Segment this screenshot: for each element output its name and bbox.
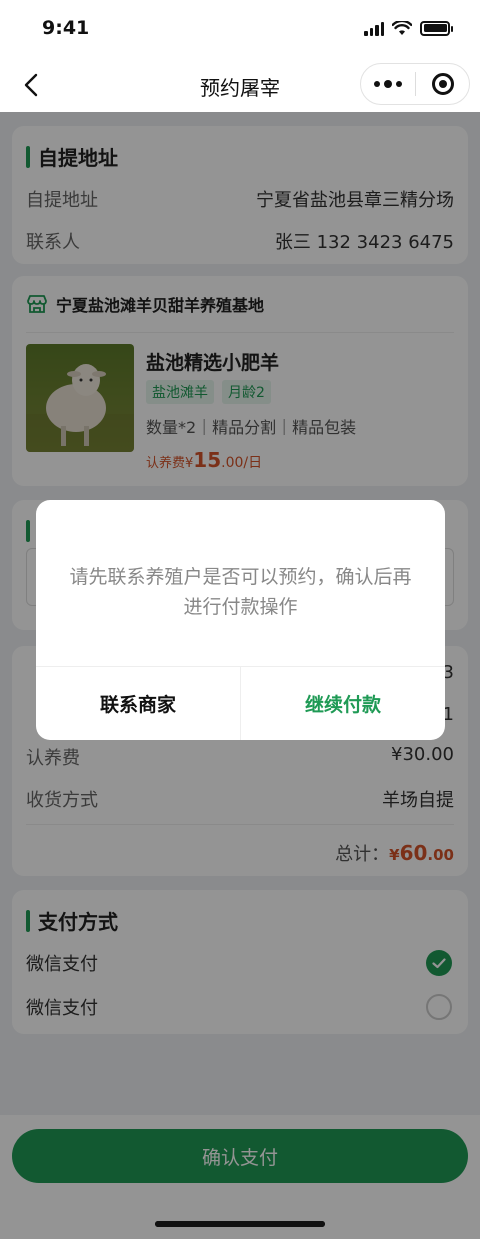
confirm-pay-button[interactable]: 确认支付 xyxy=(12,1129,468,1183)
close-miniprogram-button[interactable] xyxy=(416,73,469,95)
more-button[interactable] xyxy=(361,80,415,88)
modal-message: 请先联系养殖户是否可以预约，确认后再进行付款操作 xyxy=(69,566,412,618)
miniprogram-capsule xyxy=(360,63,470,105)
signal-icon xyxy=(364,20,384,36)
contact-merchant-button[interactable]: 联系商家 xyxy=(36,667,240,740)
status-bar: 9:41 xyxy=(0,0,480,58)
status-time: 9:41 xyxy=(42,17,90,39)
status-icons xyxy=(364,20,453,36)
continue-pay-button[interactable]: 继续付款 xyxy=(241,667,445,740)
nav-bar: 预约屠宰 xyxy=(0,58,480,112)
target-icon xyxy=(431,73,454,95)
home-indicator-top xyxy=(155,1221,325,1227)
wifi-icon xyxy=(392,20,412,35)
confirm-modal: 请先联系养殖户是否可以预约，确认后再进行付款操作 联系商家 继续付款 xyxy=(36,500,445,740)
battery-icon xyxy=(420,20,453,36)
